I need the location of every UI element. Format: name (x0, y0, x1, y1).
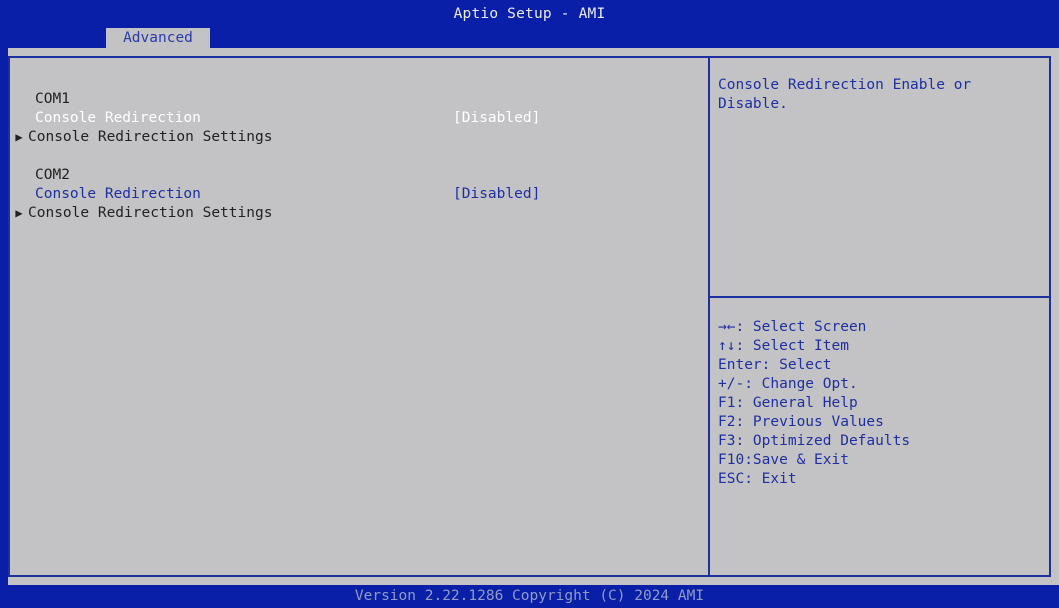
settings-pane: COM1 Console Redirection [Disabled] ▶ Con… (8, 56, 710, 577)
submenu-arrow-icon: ▶ (15, 130, 23, 144)
com1-console-redirection-settings[interactable]: ▶ Console Redirection Settings (10, 128, 708, 147)
com1-console-redirection-value[interactable]: [Disabled] (453, 109, 540, 128)
app-title: Aptio Setup - AMI (453, 6, 606, 22)
help-pane: Console Redirection Enable or Disable. →… (710, 56, 1051, 577)
help-line: Disable. (718, 96, 788, 112)
com2-header: COM2 (35, 167, 70, 183)
help-line: Console Redirection Enable or (718, 77, 972, 93)
tab-advanced[interactable]: Advanced (106, 28, 210, 48)
title-bar: Aptio Setup - AMI Advanced (0, 0, 1059, 48)
com1-header: COM1 (35, 91, 70, 107)
key-save-exit: F10:Save & Exit (718, 452, 849, 468)
item-help-text: Console Redirection Enable or Disable. (718, 76, 1038, 114)
key-esc-exit: ESC: Exit (718, 471, 797, 487)
version-footer: Version 2.22.1286 Copyright (C) 2024 AMI (0, 585, 1059, 608)
com1-console-redirection-label: Console Redirection (35, 110, 201, 126)
com2-console-redirection[interactable]: Console Redirection [Disabled] (35, 185, 733, 204)
com2-console-redirection-value[interactable]: [Disabled] (453, 185, 540, 204)
key-general-help: F1: General Help (718, 395, 858, 411)
com2-console-redirection-settings-label: Console Redirection Settings (28, 205, 273, 221)
key-change-opt: +/-: Change Opt. (718, 376, 858, 392)
submenu-arrow-icon: ▶ (15, 206, 23, 220)
key-select-item: ↑↓: Select Item (718, 338, 849, 354)
com1-console-redirection-settings-label: Console Redirection Settings (28, 129, 273, 145)
key-legend: →←: Select Screen ↑↓: Select Item Enter:… (718, 318, 1038, 489)
com2-console-redirection-settings[interactable]: ▶ Console Redirection Settings (10, 204, 708, 223)
com1-console-redirection[interactable]: Console Redirection [Disabled] (35, 109, 733, 128)
key-optimized-defaults: F3: Optimized Defaults (718, 433, 911, 449)
com2-console-redirection-label: Console Redirection (35, 186, 201, 202)
key-select-screen: →←: Select Screen (718, 319, 867, 335)
key-enter-select: Enter: Select (718, 357, 832, 373)
help-divider (710, 296, 1049, 298)
main-area: COM1 Console Redirection [Disabled] ▶ Con… (8, 48, 1059, 585)
key-previous-values: F2: Previous Values (718, 414, 884, 430)
